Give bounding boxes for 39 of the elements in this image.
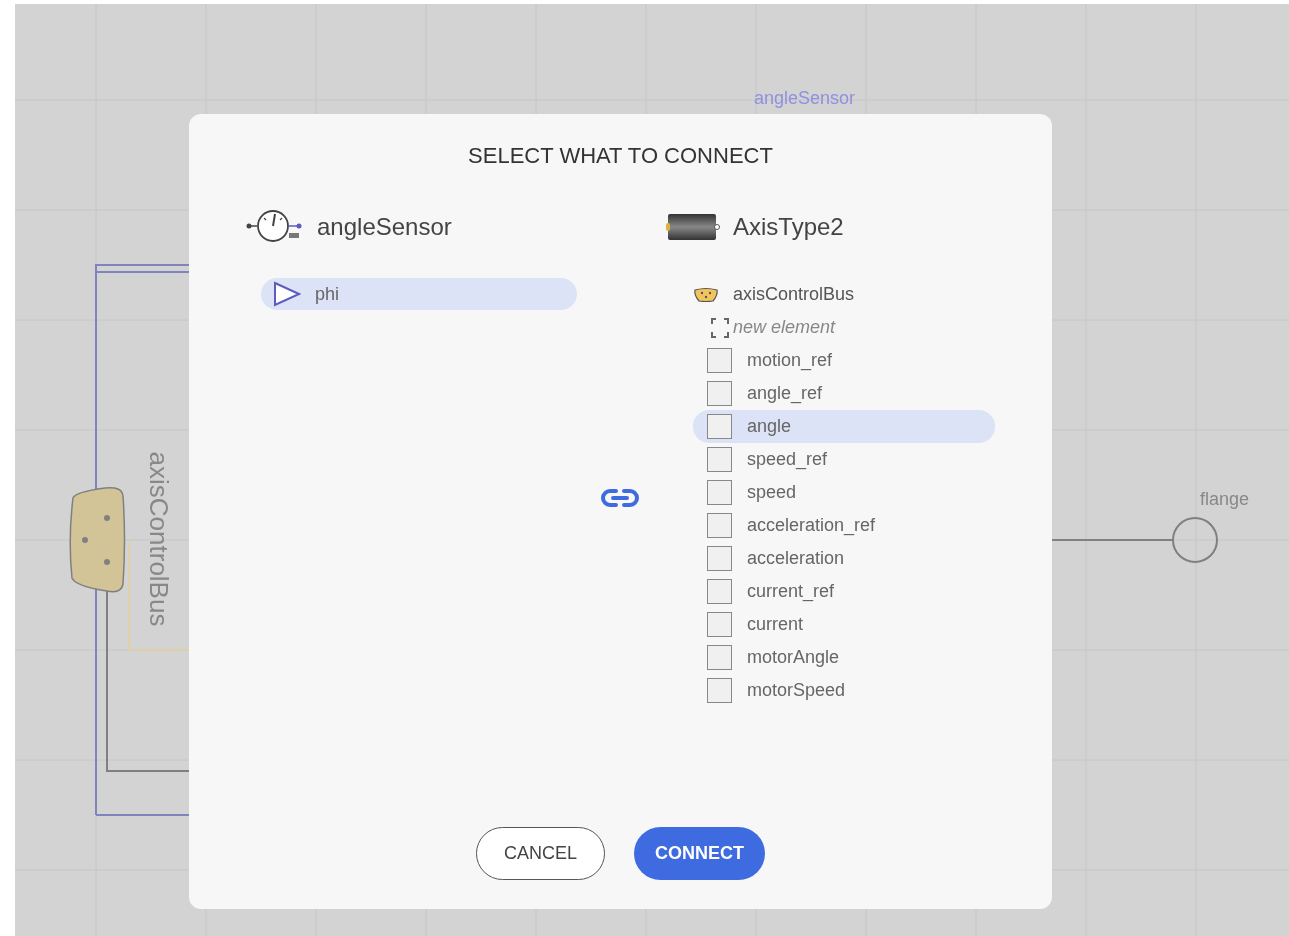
signal-item[interactable]: angle_ref [693, 377, 995, 410]
signal-item[interactable]: current_ref [693, 575, 995, 608]
signal-item[interactable]: motorSpeed [693, 674, 995, 707]
signal-item[interactable]: acceleration_ref [693, 509, 995, 542]
port-item[interactable]: phi [261, 278, 577, 310]
flange-port [1172, 517, 1218, 563]
checkbox[interactable] [707, 447, 732, 472]
signal-item[interactable]: current [693, 608, 995, 641]
dialog-title: SELECT WHAT TO CONNECT [468, 143, 773, 169]
checkbox[interactable] [707, 513, 732, 538]
signal-item[interactable]: acceleration [693, 542, 995, 575]
checkbox[interactable] [707, 612, 732, 637]
checkbox[interactable] [707, 348, 732, 373]
checkbox[interactable] [707, 678, 732, 703]
bus-name: axisControlBus [733, 284, 855, 305]
checkbox[interactable] [707, 414, 732, 439]
port-label: flange [1200, 489, 1250, 510]
component-name: angleSensor [317, 213, 452, 241]
cancel-button[interactable]: CANCEL [476, 827, 605, 880]
signal-item[interactable]: angle [693, 410, 995, 443]
link-icon [601, 488, 639, 508]
connect-button[interactable]: CONNECT [634, 827, 765, 880]
cylinder-icon [665, 212, 721, 242]
checkbox[interactable] [707, 579, 732, 604]
component-label: angleSensor [754, 88, 856, 109]
new-element-field[interactable]: new element [733, 317, 893, 338]
checkbox[interactable] [707, 381, 732, 406]
signal-item[interactable]: speed [693, 476, 995, 509]
signal-item[interactable]: speed_ref [693, 443, 995, 476]
signal-item[interactable]: motion_ref [693, 344, 995, 377]
triangle-icon [273, 281, 301, 307]
checkbox[interactable] [707, 546, 732, 571]
bus-label: axisControlBus [144, 450, 174, 629]
component-name: AxisType2 [733, 213, 844, 241]
signal-item[interactable]: motorAngle [693, 641, 995, 674]
checkbox[interactable] [707, 480, 732, 505]
checkbox[interactable] [707, 645, 732, 670]
bracket-icon [709, 316, 731, 339]
bus-connector-icon [693, 286, 719, 303]
